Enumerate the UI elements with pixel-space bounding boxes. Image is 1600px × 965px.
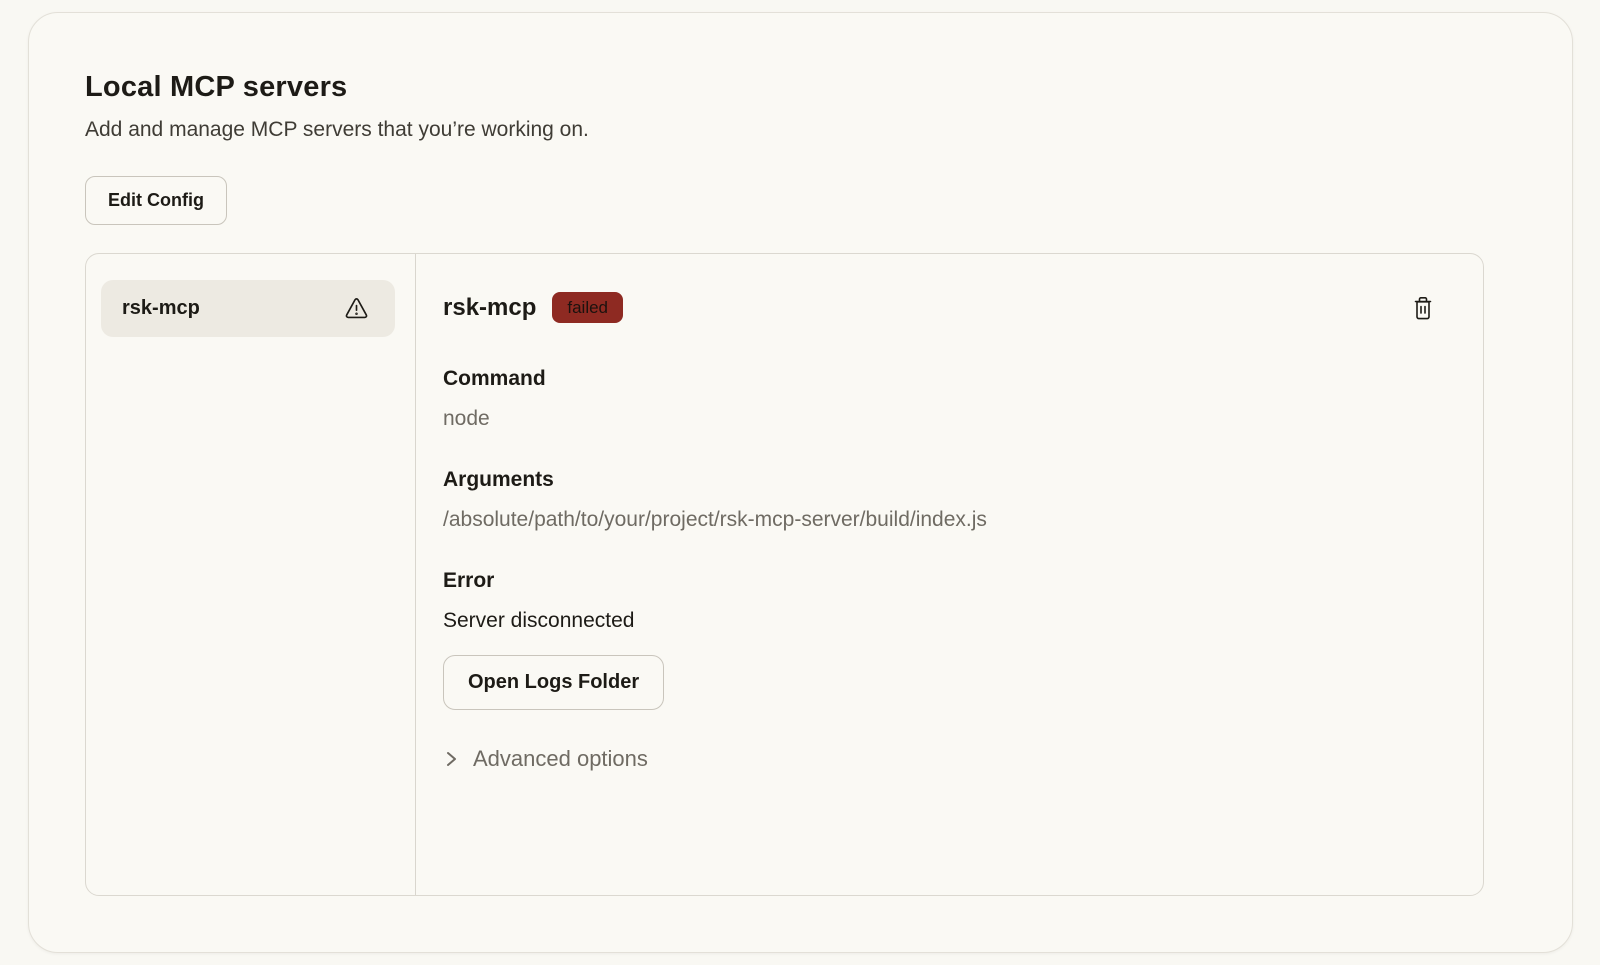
field-value-error: Server disconnected <box>443 609 1437 633</box>
field-error: Error Server disconnected <box>443 569 1437 633</box>
advanced-options-label: Advanced options <box>473 746 648 772</box>
chevron-right-icon <box>443 749 459 769</box>
status-badge-failed: failed <box>552 292 623 323</box>
edit-config-button[interactable]: Edit Config <box>85 176 227 225</box>
field-value-arguments: /absolute/path/to/your/project/rsk-mcp-s… <box>443 508 1437 532</box>
server-detail-title: rsk-mcp <box>443 294 536 322</box>
delete-server-button[interactable] <box>1409 293 1437 323</box>
sidebar-item-rsk-mcp[interactable]: rsk-mcp <box>101 280 395 337</box>
field-label-arguments: Arguments <box>443 468 1437 492</box>
field-label-error: Error <box>443 569 1437 593</box>
server-detail-header: rsk-mcp failed <box>443 292 1437 323</box>
advanced-options-toggle[interactable]: Advanced options <box>443 746 1437 772</box>
server-name-label: rsk-mcp <box>122 297 200 320</box>
field-command: Command node <box>443 367 1437 431</box>
page-subtitle: Add and manage MCP servers that you’re w… <box>85 118 1516 142</box>
local-mcp-settings-panel: Local MCP servers Add and manage MCP ser… <box>28 12 1573 953</box>
open-logs-folder-button[interactable]: Open Logs Folder <box>443 655 664 710</box>
field-label-command: Command <box>443 367 1437 391</box>
trash-icon <box>1411 295 1435 321</box>
server-detail-pane: rsk-mcp failed Co <box>416 254 1483 895</box>
page-title: Local MCP servers <box>85 71 1516 104</box>
server-card: rsk-mcp rsk-mcp failed <box>85 253 1484 896</box>
warning-icon <box>344 296 369 321</box>
field-arguments: Arguments /absolute/path/to/your/project… <box>443 468 1437 532</box>
page-background: { "page": { "title": "Local MCP servers"… <box>0 0 1600 965</box>
server-title-group: rsk-mcp failed <box>443 292 623 323</box>
field-value-command: node <box>443 407 1437 431</box>
server-list-sidebar: rsk-mcp <box>86 254 415 895</box>
